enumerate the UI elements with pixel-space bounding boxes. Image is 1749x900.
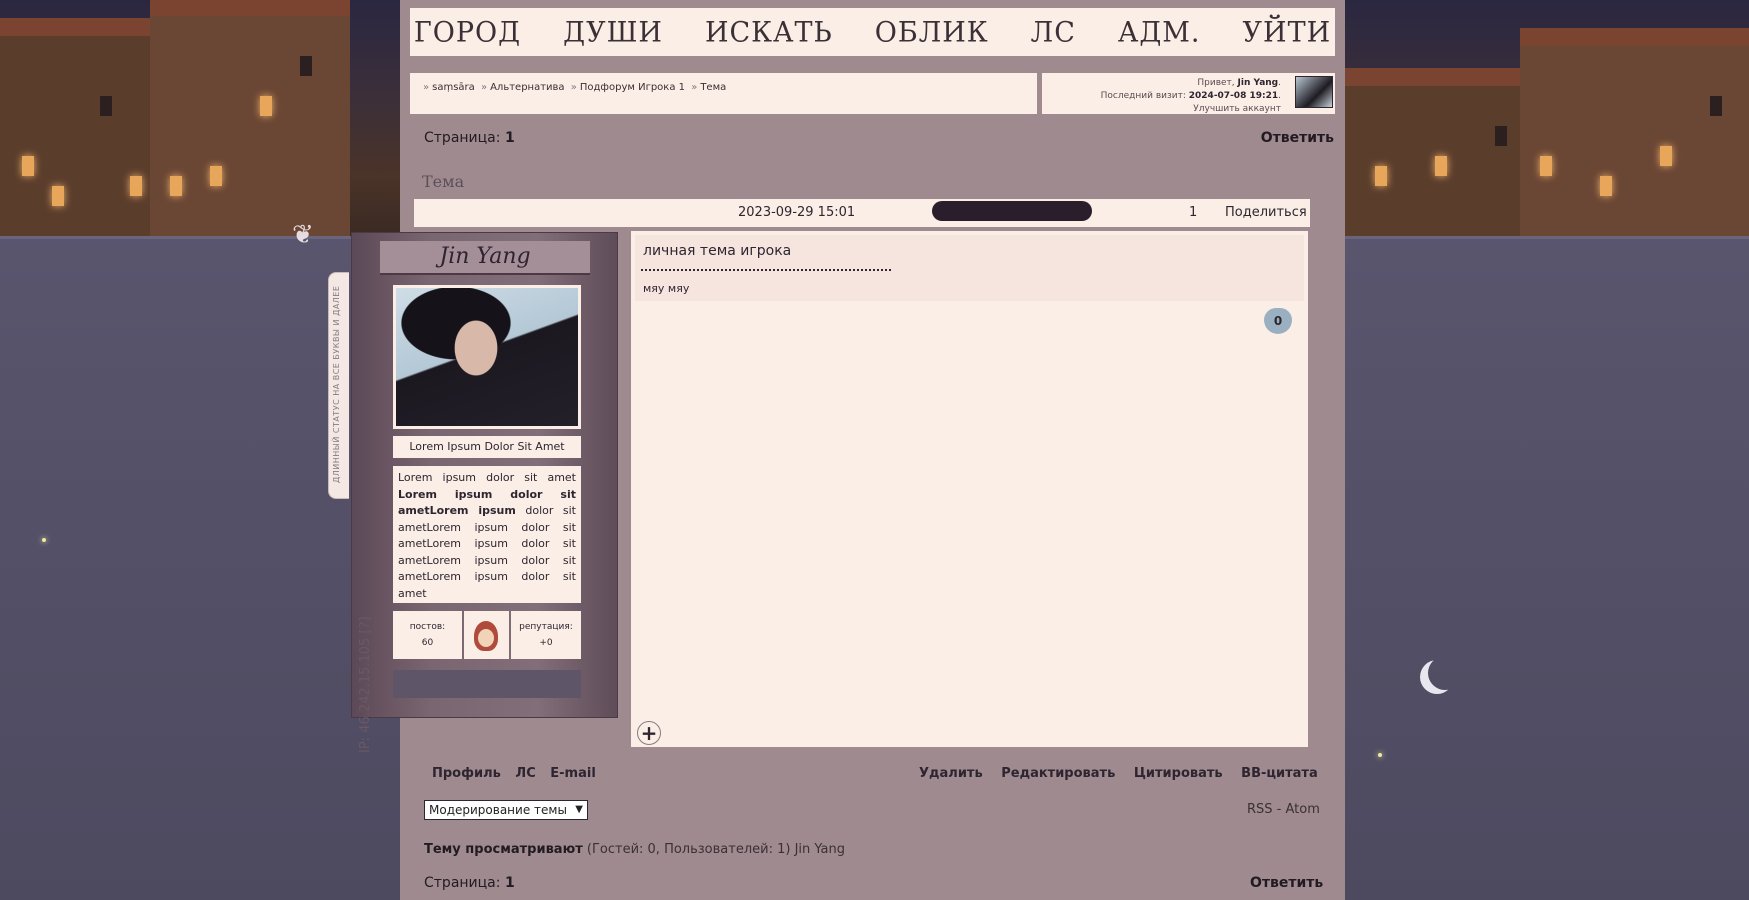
author-extra-field [393,670,581,698]
topic-viewers: Тему просматривают (Гостей: 0, Пользоват… [424,842,846,857]
reply-button[interactable]: Ответить [1261,130,1334,146]
nav-logout[interactable]: УЙТИ [1243,16,1332,49]
house-illustration [1520,28,1749,236]
main-nav: ГОРОД ДУШИ ИСКАТЬ ОБЛИК ЛС АДМ. УЙТИ [410,8,1335,56]
nav-messages[interactable]: ЛС [1031,16,1076,49]
share-button[interactable]: Поделиться [1225,205,1307,220]
like-heart-icon[interactable]: 0 [1264,308,1292,334]
reply-button-bottom[interactable]: Ответить [1250,875,1323,891]
post-body: личная тема игрока мяу мяу 0 + [631,231,1308,747]
sparkle-decoration [1378,753,1382,757]
reputation: репутация: +0 [511,611,581,659]
post-actions: Удалить Редактировать Цитировать BB-цита… [919,766,1318,781]
post-number[interactable]: 1 [1189,205,1197,220]
username[interactable]: Jin Yang [1238,78,1279,88]
author-bio: Lorem ipsum dolor sit amet Lorem ipsum d… [393,466,581,603]
feed-links[interactable]: RSS - Atom [1247,802,1320,817]
sparkle-decoration [42,538,46,542]
user-panel: Привет, Jin Yang. Последний визит: 2024-… [1042,73,1335,114]
edit-button[interactable]: Редактировать [1001,766,1115,781]
divider [641,269,891,271]
last-visit: 2024-07-08 19:21 [1188,91,1279,101]
delete-button[interactable]: Удалить [919,766,983,781]
breadcrumb-subforum[interactable]: Подфорум Игрока 1 [580,82,685,93]
pagination-top: Страница: 1 [424,130,515,146]
nav-city[interactable]: ГОРОД [414,16,521,49]
moderation-select[interactable]: Модерирование темы ▼ [424,800,588,820]
current-page: 1 [504,130,515,146]
post-date: 2023-09-29 15:01 [738,205,856,220]
house-illustration [1345,68,1545,236]
nav-appearance[interactable]: ОБЛИК [875,16,989,49]
email-link[interactable]: E-mail [550,766,596,781]
post-heading: личная тема игрока [643,243,792,259]
bb-quote-button[interactable]: BB-цитата [1241,766,1318,781]
moon-icon [1420,660,1454,694]
profile-link[interactable]: Профиль [432,766,501,781]
ornament-icon: ❦ [292,220,314,250]
award-sticker [464,611,509,659]
breadcrumb-forum[interactable]: saṃsāra [432,82,475,93]
nav-search[interactable]: ИСКАТЬ [705,16,833,49]
author-profile: Jin Yang IP: 46.242.15.105 [?] Lorem Ips… [351,232,618,753]
posts-count: постов: 60 [393,611,462,659]
add-button[interactable]: + [637,721,661,745]
chevron-down-icon: ▼ [575,804,583,815]
house-illustration [0,18,170,236]
avatar[interactable] [1295,76,1333,108]
post-links-left: Профиль ЛС E-mail [432,766,606,781]
nav-admin[interactable]: АДМ. [1118,16,1201,49]
breadcrumb-topic[interactable]: Тема [700,82,726,93]
post-ornament-bar [932,201,1092,221]
status-tab: ДЛИННЫЙ СТАТУС НА ВСЕ БУКВЫ И ДАЛЕЕ [328,272,349,499]
page-title: Тема [422,172,465,191]
post-header: 2023-09-29 15:01 1 Поделиться [414,199,1310,227]
pm-link[interactable]: ЛС [515,766,535,781]
breadcrumb: » saṃsāra » Альтернатива » Подфорум Игрока … [410,73,1037,114]
author-ip[interactable]: IP: 46.242.15.105 [?] [358,617,373,753]
pagination-bottom: Страница: 1 [424,875,515,891]
upgrade-account-link[interactable]: Улучшить аккаунт [1042,103,1281,116]
quote-button[interactable]: Цитировать [1134,766,1223,781]
house-illustration [150,0,350,236]
author-field-title: Lorem Ipsum Dolor Sit Amet [393,436,581,458]
post-text: мяу мяу [643,282,690,295]
author-avatar [393,285,581,429]
nav-souls[interactable]: ДУШИ [563,16,663,49]
breadcrumb-category[interactable]: Альтернатива [490,82,564,93]
author-name[interactable]: Jin Yang [380,241,590,275]
post-content: личная тема игрока мяу мяу [635,235,1304,301]
